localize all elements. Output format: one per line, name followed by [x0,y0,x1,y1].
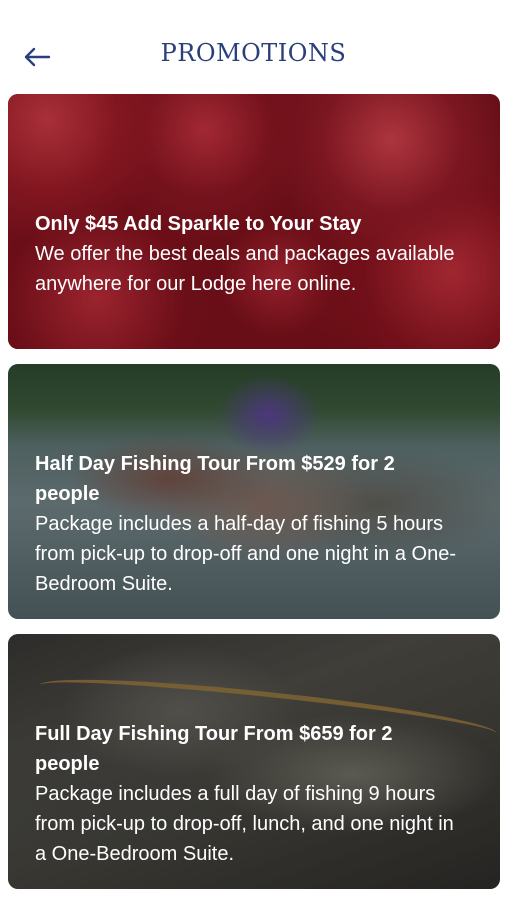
promotion-card-sparkle[interactable]: Only $45 Add Sparkle to Your Stay We off… [8,94,500,349]
promotion-description: Package includes a half-day of fishing 5… [35,513,456,595]
promotion-card-half-day[interactable]: Half Day Fishing Tour From $529 for 2 pe… [8,364,500,619]
page-title: PROMOTIONS [160,39,347,67]
promotion-text: Full Day Fishing Tour From $659 for 2 pe… [35,719,458,869]
promotion-title: Full Day Fishing Tour From $659 for 2 pe… [35,723,393,775]
promotion-description: We offer the best deals and packages ava… [35,243,455,295]
promotion-description: Package includes a full day of fishing 9… [35,783,454,865]
promotion-text: Only $45 Add Sparkle to Your Stay We off… [35,209,458,299]
promotion-title: Only $45 Add Sparkle to Your Stay [35,213,362,235]
promotion-title: Half Day Fishing Tour From $529 for 2 pe… [35,453,395,505]
promotion-card-full-day[interactable]: Full Day Fishing Tour From $659 for 2 pe… [8,634,500,889]
header: PROMOTIONS [0,0,507,94]
promotion-text: Half Day Fishing Tour From $529 for 2 pe… [35,449,458,599]
